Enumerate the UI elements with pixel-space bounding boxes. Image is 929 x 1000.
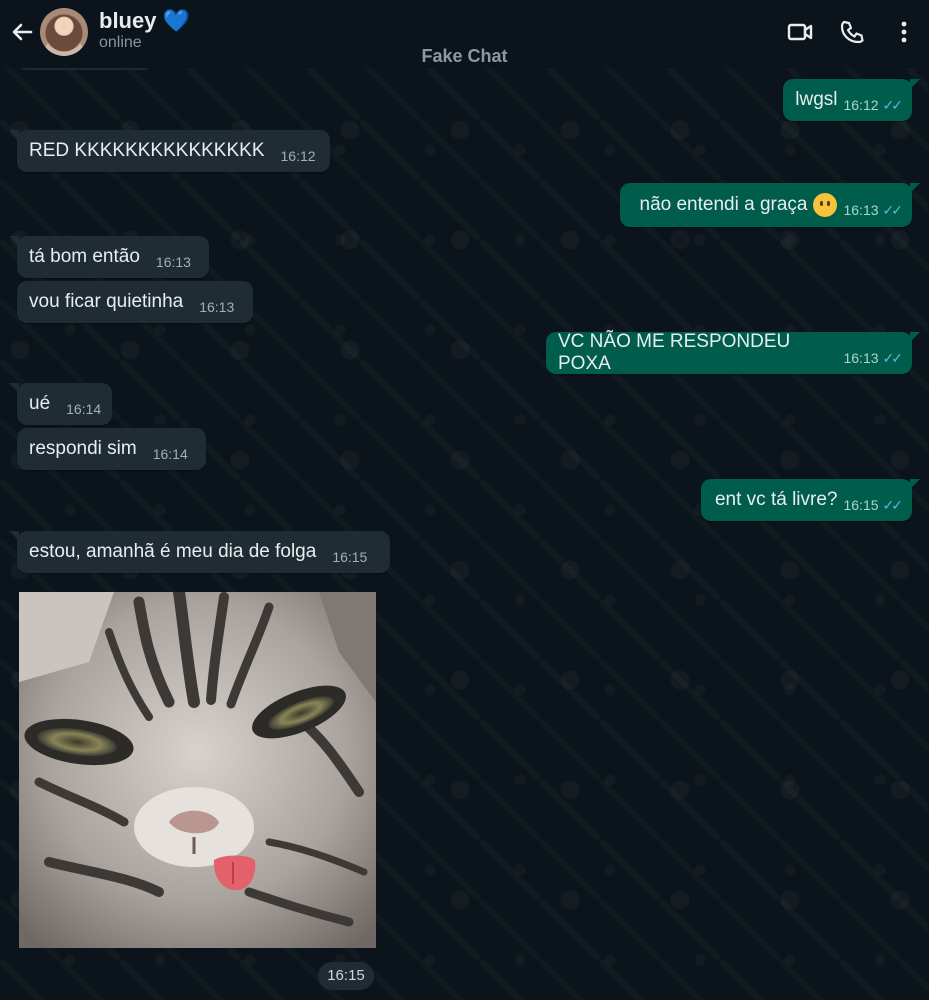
message-time: 16:14 [152,446,188,462]
message-time: 16:13 [843,350,879,366]
message-time: 16:13 [843,202,879,218]
read-ticks-icon: ✓✓ [882,350,904,366]
message-time: 16:14 [66,401,102,417]
outgoing-message[interactable]: ent vc tá livre? 16:15 ✓✓ [701,479,920,521]
chat-header: bluey 💙 online Fake Chat [0,0,929,68]
read-ticks-icon: ✓✓ [882,202,904,218]
incoming-message[interactable]: ué 16:14 [9,383,112,425]
blue-heart-emoji: 💙 [162,8,190,33]
message-text: ent vc tá livre? [714,489,838,510]
incoming-message[interactable]: vou ficar quietinha 16:13 [17,281,253,323]
video-call-icon[interactable] [786,18,814,46]
incoming-message[interactable]: respondi sim 16:14 [17,428,206,470]
incoming-message[interactable]: estou, amanhã é meu dia de folga 16:15 [9,531,390,573]
message-text: lwgsl [795,89,838,110]
outgoing-message[interactable]: lwgsl 16:12 ✓✓ [783,79,920,121]
message-time: 16:13 [199,299,235,315]
kitten-photo-message[interactable] [19,592,376,948]
message-text: estou, amanhã é meu dia de folga [29,541,317,562]
app-title: Fake Chat [421,46,508,66]
read-ticks-icon: ✓✓ [882,97,904,113]
message-text: tá bom então [29,246,140,267]
message-time: 16:13 [155,254,191,270]
contact-name-text: bluey [99,8,157,33]
message-time: 16:12 [843,97,879,113]
outgoing-message[interactable]: VC NÃO ME RESPONDEU POXA 16:13 ✓✓ [546,331,920,374]
message-text: vou ficar quietinha [29,291,184,312]
no-mouth-face-emoji-icon [813,193,838,217]
message-text: VC NÃO ME RESPONDEU POXA [558,331,791,374]
message-time: 16:15 [332,549,368,565]
phone-call-icon[interactable] [838,18,866,46]
message-time: 16:15 [843,497,879,513]
image-message-time: 16:15 [318,962,374,990]
outgoing-message[interactable]: não entendi a graça 16:13 ✓✓ [620,183,920,227]
message-text: RED KKKKKKKKKKKKKKK [29,140,265,161]
incoming-message[interactable]: RED KKKKKKKKKKKKKKK 16:12 [9,130,330,172]
more-options-icon[interactable] [890,18,918,46]
contact-name[interactable]: bluey 💙 [99,8,190,34]
message-text: não entendi a graça [639,194,808,215]
message-time: 16:12 [280,148,316,164]
message-text: ué [29,393,51,414]
back-arrow-icon[interactable] [8,18,36,46]
read-ticks-icon: ✓✓ [882,497,904,513]
message-text: respondi sim [29,438,137,459]
incoming-message[interactable]: tá bom então 16:13 [9,236,209,278]
